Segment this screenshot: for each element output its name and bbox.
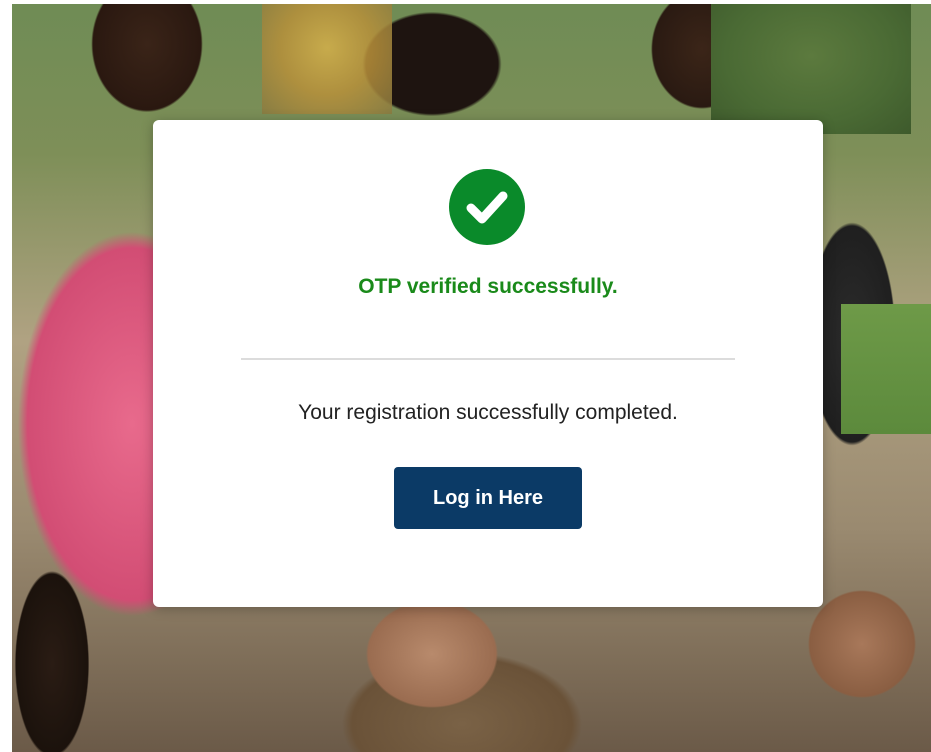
registration-complete-message: Your registration successfully completed… [298,401,678,424]
otp-success-message: OTP verified successfully. [358,275,618,298]
background-tree [262,4,392,114]
check-circle-icon [449,169,525,245]
background-grass [841,304,931,434]
login-button[interactable]: Log in Here [394,467,582,529]
registration-success-modal: OTP verified successfully. Your registra… [153,120,823,607]
background-tree [711,4,911,134]
divider [241,358,735,360]
